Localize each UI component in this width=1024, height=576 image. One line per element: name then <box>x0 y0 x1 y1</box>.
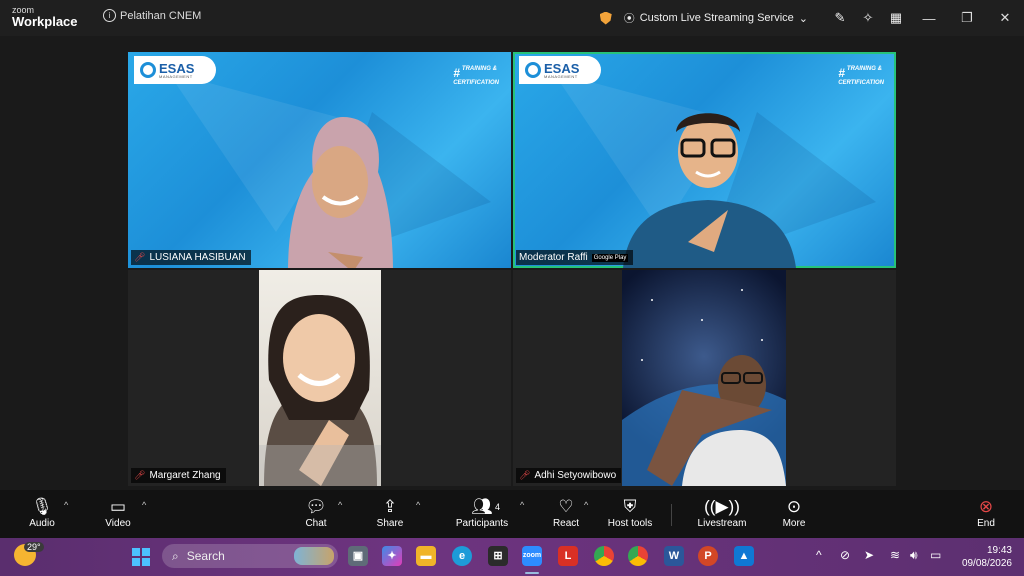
participant-video-raffi <box>623 113 796 268</box>
share-options-caret[interactable]: ^ <box>416 500 420 510</box>
battery-icon[interactable]: ▭ <box>930 548 941 562</box>
participants-button[interactable]: 👥︎ Participants <box>452 496 512 529</box>
react-button[interactable]: ♡ React <box>548 496 584 529</box>
file-explorer-icon[interactable]: ▬ <box>416 546 436 566</box>
video-tile-adhi[interactable]: 🎤︎ Adhi Setyowibowo <box>513 270 896 486</box>
title-bar: zoom Workplace i Pelatihan CNEM ⦿ Custom… <box>0 0 1024 36</box>
chevron-down-icon: ⌄ <box>798 12 808 25</box>
react-options-caret[interactable]: ^ <box>584 500 588 510</box>
minimize-button[interactable]: — <box>910 11 948 26</box>
mic-muted-icon: 🎤︎ <box>134 470 146 480</box>
taskbar-search[interactable]: ⌕ Search <box>162 544 338 568</box>
pen-icon[interactable]: ✎ <box>826 10 854 26</box>
share-button[interactable]: ⇪ Share <box>372 496 408 529</box>
grid-view-icon[interactable]: ▦ <box>882 10 910 26</box>
participant-video-lusiana <box>288 117 393 268</box>
zoom-logo: zoom Workplace <box>12 5 78 29</box>
broadcast-icon: ⦿ <box>623 13 635 25</box>
search-icon: ⌕ <box>172 548 179 563</box>
l-app-icon[interactable]: L <box>558 546 578 566</box>
network-off-icon[interactable]: ⊘ <box>840 548 850 562</box>
video-gallery: ESAS MANAGEMENT # TRAINING & CERTIFICATION … <box>0 36 1024 490</box>
security-shield-icon[interactable] <box>599 11 612 25</box>
tray-overflow-icon[interactable]: ^ <box>816 548 822 562</box>
toolbar-divider <box>671 504 672 526</box>
meeting-name: Pelatihan CNEM <box>120 9 202 22</box>
video-tile-lusiana[interactable]: ESAS MANAGEMENT # TRAINING & CERTIFICATION … <box>128 52 511 268</box>
name-tag: 🎤︎ Margaret Zhang <box>131 468 226 483</box>
video-options-caret[interactable]: ^ <box>142 500 146 510</box>
chat-button[interactable]: 💬︎ Chat <box>298 496 334 529</box>
edge-icon[interactable]: e <box>452 546 472 566</box>
video-tile-moderator-raffi[interactable]: ESAS MANAGEMENT # TRAINING & CERTIFICATION … <box>513 52 896 268</box>
video-tile-margaret[interactable]: 🎤︎ Margaret Zhang <box>128 270 511 486</box>
microphone-icon: 🎙︎ <box>31 497 53 516</box>
esas-logo: ESAS MANAGEMENT <box>519 56 601 84</box>
heart-icon: ♡ <box>558 497 574 516</box>
participants-options-caret[interactable]: ^ <box>520 500 524 510</box>
close-button[interactable]: ✕ <box>986 10 1024 26</box>
participant-video-adhi <box>622 289 786 486</box>
training-certification-label: # TRAINING & CERTIFICATION <box>453 66 499 86</box>
livestream-icon: ((▶)) <box>704 497 740 516</box>
chat-icon: 💬︎ <box>305 497 327 516</box>
task-view-icon[interactable]: ▣ <box>348 546 368 566</box>
share-screen-icon: ⇪ <box>382 497 398 516</box>
end-meeting-button[interactable]: ⊗ End <box>968 496 1004 529</box>
chrome-profile-icon[interactable] <box>628 546 648 566</box>
store-icon[interactable]: ⊞ <box>488 546 508 566</box>
livestream-button[interactable]: ((▶)) Livestream <box>694 496 750 529</box>
more-button[interactable]: ⊙ More <box>776 496 812 529</box>
name-tag: Moderator Raffi Google Play <box>516 250 634 265</box>
esas-logo: ESAS MANAGEMENT <box>134 56 216 84</box>
audio-button[interactable]: 🎙︎ Audio <box>24 496 60 529</box>
training-certification-label: # TRAINING & CERTIFICATION <box>838 66 884 86</box>
streaming-status-button[interactable]: ⦿ Custom Live Streaming Service ⌄ <box>624 10 808 26</box>
participant-video-margaret <box>259 295 381 486</box>
mic-muted-icon: 🎤︎ <box>519 470 531 480</box>
audio-options-caret[interactable]: ^ <box>64 500 68 510</box>
temperature: 29° <box>24 542 44 552</box>
powerpoint-icon[interactable]: P <box>698 546 718 566</box>
start-button[interactable] <box>132 548 150 566</box>
sparkle-icon[interactable]: ✧ <box>854 10 882 26</box>
host-tools-button[interactable]: ⛨ Host tools <box>604 496 656 529</box>
shield-icon: ⛨ <box>623 497 637 516</box>
search-highlight-image <box>294 547 334 565</box>
participants-icon: 👥︎ <box>471 497 493 516</box>
windows-taskbar: 29° ⌕ Search ▣ ✦ ▬ e ⊞ zoom L W P ▲ ^ ⊘ … <box>0 538 1024 576</box>
end-icon: ⊗ <box>978 497 994 516</box>
chat-options-caret[interactable]: ^ <box>338 500 342 510</box>
participants-count: 4 <box>495 502 501 512</box>
more-icon: ⊙ <box>786 497 802 516</box>
copilot-icon[interactable]: ✦ <box>382 546 402 566</box>
location-icon[interactable]: ➤ <box>864 548 874 562</box>
name-tag: 🎤︎ Adhi Setyowibowo <box>516 468 622 483</box>
info-icon: i <box>103 9 116 22</box>
active-app-indicator <box>525 572 539 574</box>
zoom-app-icon[interactable]: zoom <box>522 546 542 566</box>
word-icon[interactable]: W <box>664 546 684 566</box>
meeting-toolbar: 🎙︎ Audio ^ ▭ Video ^ 💬︎ Chat ^ ⇪ Share ^… <box>0 490 1024 538</box>
chrome-icon[interactable] <box>594 546 614 566</box>
system-clock[interactable]: 19:43 09/08/2026 <box>962 544 1012 570</box>
name-tag: 🎤︎ LUSIANA HASIBUAN <box>131 250 251 265</box>
restore-button[interactable]: ❐ <box>948 10 986 26</box>
camera-icon: ▭ <box>109 497 127 516</box>
volume-icon[interactable]: 🔊︎ <box>910 548 918 563</box>
wifi-icon[interactable]: ≋ <box>890 548 900 562</box>
mic-muted-icon: 🎤︎ <box>134 252 146 262</box>
meeting-info-button[interactable]: i Pelatihan CNEM <box>103 9 201 22</box>
photos-icon[interactable]: ▲ <box>734 546 754 566</box>
video-button[interactable]: ▭ Video <box>100 496 136 529</box>
